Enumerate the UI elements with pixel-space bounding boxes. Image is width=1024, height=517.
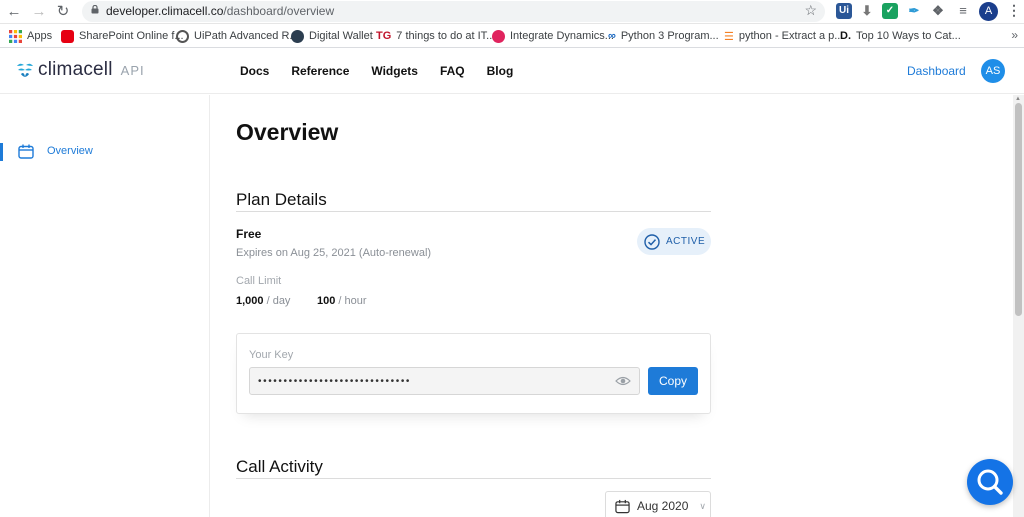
active-indicator [0,143,3,161]
copy-key-button[interactable]: Copy [648,367,698,395]
api-key-label: Your Key [249,349,294,361]
bookmark-item[interactable]: Integrate Dynamics... [492,28,614,44]
shield-extension-icon[interactable]: ✓ [882,3,898,19]
bookmarks-bar: Apps SharePoint Online f... UiPath Advan… [0,24,1024,48]
bookmark-item[interactable]: TG 7 things to do at IT... [376,28,495,44]
download-extension-icon[interactable]: ⬇ [859,3,875,19]
chevron-down-icon: ∨ [699,500,706,511]
nav-reference[interactable]: Reference [291,64,349,78]
limit-per-day: 1,000 / day [236,295,291,307]
eye-icon[interactable] [615,375,631,387]
divider [236,211,711,212]
puzzle-extension-icon[interactable]: ❖ [930,3,946,19]
back-icon[interactable]: ← [4,2,24,22]
page-title: Overview [236,119,339,145]
forward-icon[interactable]: → [29,2,49,22]
call-activity-heading: Call Activity [236,457,323,476]
more-bookmarks-icon[interactable]: » [1011,28,1018,42]
help-search-button[interactable] [967,459,1013,505]
calendar-icon [615,499,630,513]
playlist-icon[interactable]: ≡ [955,3,971,19]
scrollbar[interactable]: ▲ [1013,95,1024,517]
top-nav: Docs Reference Widgets FAQ Blog [240,64,535,78]
tg-site-icon: TG [376,30,392,42]
bookmark-item[interactable]: Apps [9,28,52,44]
user-avatar[interactable]: AS [981,59,1005,83]
dynamics-site-icon [492,29,505,43]
uipath-extension-icon[interactable]: Ui [836,3,852,19]
link-site-icon: ∞ [608,30,616,42]
check-circle-icon [644,233,660,250]
divider [236,478,711,479]
nav-docs[interactable]: Docs [240,64,269,78]
climacell-logo[interactable]: climacell API [16,59,145,81]
status-text: ACTIVE [666,236,706,247]
calendar-icon [18,144,34,159]
bookmark-item[interactable]: ∞ Python 3 Program... [608,28,719,44]
bookmark-item[interactable]: SharePoint Online f... [61,28,184,44]
site-header: climacell API Docs Reference Widgets FAQ… [0,49,1024,94]
api-key-value: •••••••••••••••••••••••••••••• [258,376,412,387]
d-site-icon: D. [840,30,851,42]
stackoverflow-icon: ☰ [724,30,734,43]
reload-icon[interactable]: ↻ [53,2,73,22]
limit-per-hour: 100 / hour [317,295,367,307]
browser-toolbar: ← → ↻ developer.climacell.co/dashboard/o… [0,0,1024,24]
month-selector-value: Aug 2020 [637,499,689,513]
status-badge: ACTIVE [637,228,711,255]
bookmark-item[interactable]: ☰ python - Extract a p... [724,28,843,44]
scroll-up-arrow-icon[interactable]: ▲ [1015,96,1021,102]
plan-name: Free [236,227,262,241]
sidebar: Overview [0,95,210,517]
bookmark-star-icon[interactable]: ☆ [804,2,817,19]
call-limit-label: Call Limit [236,275,282,287]
climacell-logo-icon [17,63,33,77]
profile-avatar[interactable]: A [979,2,998,21]
bookmark-item[interactable]: Digital Wallet [291,28,373,44]
github-icon [176,29,189,43]
month-selector[interactable]: Aug 2020 ∨ [605,491,711,517]
plan-expiry: Expires on Aug 25, 2021 (Auto-renewal) [236,247,432,259]
apps-grid-icon [9,29,22,43]
lock-icon [91,5,99,14]
sidebar-item-overview[interactable]: Overview [0,143,209,161]
nav-widgets[interactable]: Widgets [371,64,418,78]
address-bar[interactable]: developer.climacell.co/dashboard/overvie… [82,1,825,22]
nav-faq[interactable]: FAQ [440,64,465,78]
bookmark-item[interactable]: UiPath Advanced R... [176,28,299,44]
api-key-field[interactable]: •••••••••••••••••••••••••••••• [249,367,640,395]
nav-blog[interactable]: Blog [487,64,514,78]
api-key-card: Your Key •••••••••••••••••••••••••••••• … [236,333,711,414]
feather-extension-icon[interactable]: ✒ [906,3,922,19]
main-content: Overview Plan Details Free Expires on Au… [211,95,1013,517]
browser-menu-icon[interactable]: ⋮ [1007,2,1021,19]
plan-details-heading: Plan Details [236,190,327,209]
dashboard-link[interactable]: Dashboard [907,64,966,78]
youtube-icon [61,29,74,43]
wallet-site-icon [291,29,304,43]
bookmark-item[interactable]: D. Top 10 Ways to Cat... [840,28,961,44]
search-icon [977,469,1003,495]
url-text: developer.climacell.co/dashboard/overvie… [106,4,335,18]
scrollbar-thumb[interactable] [1015,103,1022,316]
